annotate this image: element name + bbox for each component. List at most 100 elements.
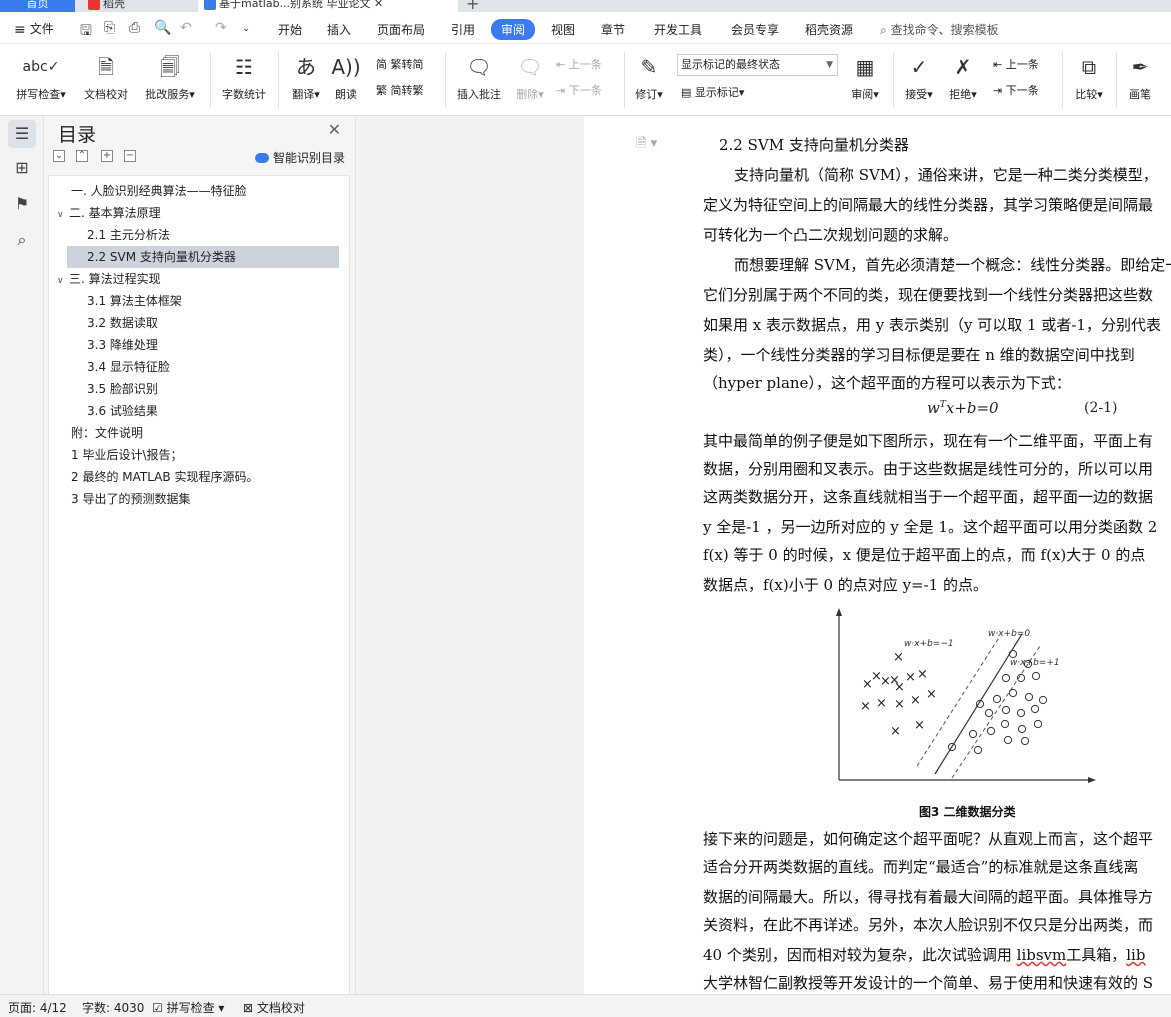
simp-to-trad-button[interactable]: 繁 简转繁 [376,82,424,98]
prev-change-button[interactable]: ⇤ 上一条 [993,56,1039,72]
chevron-down-icon[interactable]: ∨ [57,270,69,292]
insert-comment-button[interactable]: 🗨 插入批注 [452,54,506,102]
word-count-indicator[interactable]: 字数: 4030 [82,999,144,1016]
menu-insert[interactable]: 插入 [321,19,357,40]
revise-service-button[interactable]: 🗐 批改服务▾ [139,54,201,102]
tab-document[interactable]: 基于matlab...别系统 毕业论文 ✕ [198,0,458,12]
toc-item[interactable]: 一. 人脸识别经典算法——特征脸 [49,180,345,202]
toc-item[interactable]: 1 毕业后设计\报告； [49,444,345,466]
equation-number: (2-1) [1084,400,1118,416]
menu-review[interactable]: 审阅 [491,19,536,40]
status-doc-check[interactable]: ⊠ 文档校对 [243,999,305,1016]
markup-state-select[interactable]: 显示标记的最终状态 ▼ [677,54,838,76]
menu-daoke-resources[interactable]: 稻壳资源 [799,19,859,40]
prev-comment-button[interactable]: ⇤ 上一条 [556,56,602,72]
toc-item[interactable]: 3.3 降维处理 [49,334,345,356]
review-pane-label: 审阅 [851,88,874,101]
toc-item[interactable]: ∨ 三. 算法过程实现 [49,268,345,290]
toc-item[interactable]: 3.1 算法主体框架 [49,290,345,312]
print-icon[interactable]: ⎙ [129,20,140,36]
export-pdf-icon[interactable]: ⎘ [104,20,115,36]
smart-toc-button[interactable]: 智能识别目录 [254,149,345,166]
next-change-button[interactable]: ⇥ 下一条 [993,82,1039,98]
chevron-down-icon[interactable]: ∨ [57,204,69,226]
prev-change-label: 上一条 [1005,58,1039,71]
toc-item[interactable]: 3.6 试验结果 [49,400,345,422]
menu-page-layout[interactable]: 页面布局 [371,19,431,40]
menu-bar: ≡ 文件 🖫 ⎘ ⎙ 🔍 ↶ ↷ ⌄ 开始 插入 页面布局 引用 审阅 视图 章节… [0,12,1171,44]
search-icon[interactable]: ⌕ [8,226,36,254]
tab-strip: 首页 稻壳 基于matlab...别系统 毕业论文 ✕ + [0,0,1171,12]
toc-item[interactable]: 3 导出了的预测数据集 [49,488,345,510]
next-change-label: 下一条 [1005,84,1039,97]
toc-item[interactable]: 2 最终的 MATLAB 实现程序源码。 [49,466,345,488]
navigation-rail: ☰ ⊞ ⚑ ⌕ [0,116,44,994]
simp-to-trad-icon: 繁 [376,84,387,97]
menu-view[interactable]: 视图 [545,19,581,40]
compare-button[interactable]: ⧉ 比较▾ [1070,54,1108,102]
translate-button[interactable]: あ翻译▾ [286,54,326,102]
next-comment-button[interactable]: ⇥ 下一条 [556,82,602,98]
close-tab-icon[interactable]: ✕ [374,0,383,10]
add-heading-icon[interactable]: + [101,150,113,162]
spell-check-button[interactable]: abc✓ 拼写检查▾ [10,54,72,102]
collapse-all-icon[interactable]: ⌄ [53,150,65,162]
chapter-nav-icon[interactable]: ⊞ [8,154,36,182]
close-icon[interactable]: ✕ [328,120,341,139]
bookmark-icon[interactable]: ⚑ [8,190,36,218]
menu-member[interactable]: 会员专享 [725,19,785,40]
toc-item[interactable]: ∨ 二. 基本算法原理 [49,202,345,224]
word-count-label: 字数统计 [222,88,266,101]
accept-button[interactable]: ✓ 接受▾ [900,54,938,102]
trad-to-simp-button[interactable]: 简 繁转简 [376,56,424,72]
undo-icon[interactable]: ↶ [180,20,192,36]
review-pane-button[interactable]: ▦ 审阅▾ [846,54,884,102]
body-text-line: 这两类数据分开，这条直线就相当于一个超平面，超平面一边的数据 [703,486,1153,507]
delete-comment-button[interactable]: 🗨 删除▾ [511,54,549,102]
libsvm-term: libsvm [1016,946,1067,964]
menu-reference[interactable]: 引用 [445,19,481,40]
expand-up-icon[interactable]: ⌃ [76,150,88,162]
toc-item[interactable]: 2.2 SVM 支持向量机分类器 [67,246,339,268]
cross-point: × [862,677,873,692]
page-indicator[interactable]: 页面: 4/12 [8,999,67,1016]
new-tab-icon[interactable]: + [466,0,479,12]
tab-home[interactable]: 首页 [0,0,75,12]
read-aloud-button[interactable]: A)) 朗读 [330,54,362,102]
word-count-icon: ☷ [235,55,253,79]
prev-comment-icon: ⇤ [556,58,566,71]
document-options-icon[interactable]: 🗎 ▾ [636,134,657,156]
toc-item[interactable]: 3.5 脸部识别 [49,378,345,400]
track-changes-button[interactable]: ✎ 修订▾ [630,54,668,102]
menu-chapter[interactable]: 章节 [595,19,631,40]
status-spell-check[interactable]: ☑ 拼写检查 ▾ [152,999,224,1016]
body-text-line: 定义为特征空间上的间隔最大的线性分类器，其学习策略便是间隔最 [703,194,1153,215]
body-text: 数据，分别用圈和叉表示。由于这些数据是线性可分的，所以可以用 [703,460,1154,478]
show-markup-button[interactable]: ▤ 显示标记▾ [681,84,744,100]
print-preview-icon[interactable]: 🔍 [154,20,171,36]
body-text: 大学林智仁副教授等开发设计的一个简单、易于使用和快速有效的 S [703,974,1154,992]
toc-item[interactable]: 3.2 数据读取 [49,312,345,334]
file-menu[interactable]: ≡ 文件 [14,20,54,38]
tab-document-label: 基于matlab...别系统 毕业论文 [219,0,371,10]
command-search[interactable]: ⌕ 查找命令、搜索模板 [880,21,999,38]
reject-button[interactable]: ✗ 拒绝▾ [944,54,982,102]
doc-check-button[interactable]: 🗎 文档校对 [78,54,134,102]
compare-icon: ⧉ [1081,55,1097,79]
menu-start[interactable]: 开始 [272,19,308,40]
menu-developer[interactable]: 开发工具 [648,19,708,40]
toc-item[interactable]: 附：文件说明 [49,422,345,444]
save-icon[interactable]: 🖫 [80,20,92,44]
toc-item[interactable]: 2.1 主元分析法 [49,224,345,246]
body-text: f(x) 等于 0 的时候，x 便是位于超平面上的点，而 f(x)大于 0 的点 [703,546,1146,564]
toc-panel-icon[interactable]: ☰ [8,120,36,148]
tab-daoke[interactable]: 稻壳 [82,0,192,12]
toc-item[interactable]: 3.4 显示特征脸 [49,356,345,378]
remove-heading-icon[interactable]: − [124,150,136,162]
customize-chevron-icon[interactable]: ⌄ [242,23,250,34]
document-page[interactable]: 🗎 ▾ 2.2 SVM 支持向量机分类器 wTx+b=0 (2-1) × × × × ×… [584,116,1171,994]
toc-item-label: 三. 算法过程实现 [69,272,161,286]
redo-icon[interactable]: ↷ [215,20,227,36]
pen-button[interactable]: ✒ 画笔 [1124,54,1156,102]
word-count-button[interactable]: ☷ 字数统计 [218,54,270,102]
